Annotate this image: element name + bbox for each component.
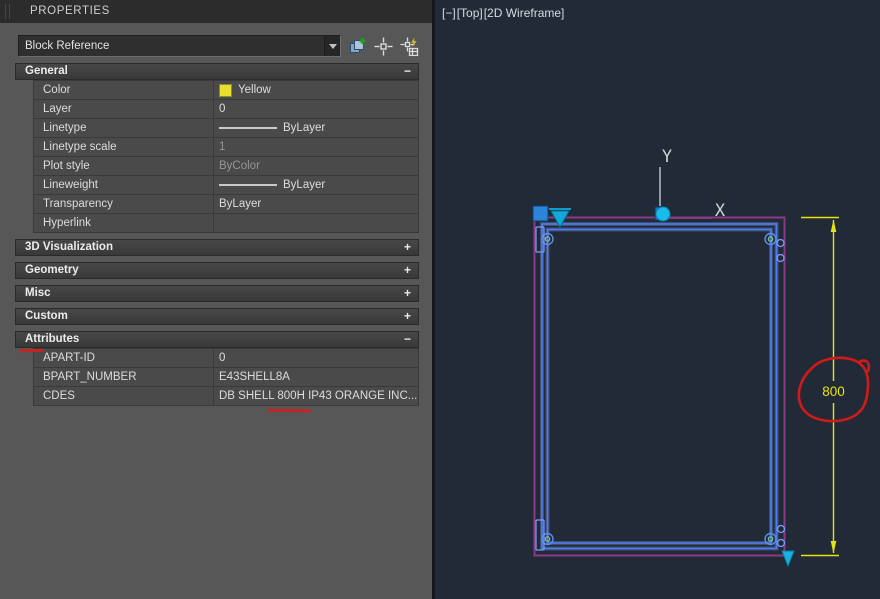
drawing-viewport[interactable]: [−] [Top] [2D Wireframe] Y X 800	[435, 0, 880, 599]
property-label: Plot style	[34, 157, 214, 175]
property-row-linetype-scale[interactable]: Linetype scale 1	[34, 138, 419, 157]
dimension-text[interactable]: 800	[822, 384, 845, 399]
attribute-value[interactable]: E43SHELL8A	[214, 368, 418, 386]
block-outer-outline[interactable]	[533, 216, 786, 557]
ucs-y-label: Y	[662, 147, 672, 167]
panel-toolbar	[348, 37, 419, 56]
property-label: Color	[34, 81, 214, 99]
section-label: 3D Visualization	[25, 241, 113, 253]
attribute-row-apart-id[interactable]: APART-ID 0	[34, 349, 419, 368]
viewport-controls: [−] [Top] [2D Wireframe]	[442, 6, 565, 20]
panel-titlebar[interactable]: PROPERTIES	[0, 0, 432, 23]
attribute-value[interactable]: DB SHELL 800H IP43 ORANGE INC...	[214, 387, 418, 405]
panel-gripper-icon[interactable]	[5, 4, 10, 19]
attribute-value[interactable]: 0	[214, 349, 418, 367]
object-type-value: Block Reference	[25, 40, 110, 52]
property-row-layer[interactable]: Layer 0	[34, 100, 419, 119]
property-value[interactable]: ByLayer	[214, 176, 418, 194]
transparency-value: ByLayer	[219, 198, 262, 210]
flip-arrow-grip-bottom[interactable]	[781, 550, 795, 568]
apart-id-value: 0	[219, 352, 226, 364]
properties-panel: PROPERTIES Block Reference General − Col…	[0, 0, 435, 599]
dropdown-arrow-icon[interactable]	[324, 36, 340, 56]
property-value[interactable]	[214, 214, 418, 232]
collapse-icon[interactable]: −	[404, 332, 411, 347]
section-label: Geometry	[25, 264, 79, 276]
autocad-window: PROPERTIES Block Reference General − Col…	[0, 0, 880, 599]
select-objects-icon[interactable]	[374, 37, 393, 56]
property-value[interactable]: Yellow	[214, 81, 418, 99]
section-label: Misc	[25, 287, 51, 299]
property-row-lineweight[interactable]: Lineweight ByLayer	[34, 176, 419, 195]
expand-icon[interactable]: +	[404, 240, 411, 255]
section-header-geometry[interactable]: Geometry +	[15, 262, 419, 279]
panel-title: PROPERTIES	[30, 5, 110, 17]
property-label: Hyperlink	[34, 214, 214, 232]
section-header-misc[interactable]: Misc +	[15, 285, 419, 302]
attribute-row-bpart-number[interactable]: BPART_NUMBER E43SHELL8A	[34, 368, 419, 387]
attribute-label: APART-ID	[34, 349, 214, 367]
lineweight-sample	[219, 184, 277, 186]
viewport-minimize-control[interactable]: [−]	[442, 6, 456, 20]
property-label: Transparency	[34, 195, 214, 213]
attribute-row-cdes[interactable]: CDES DB SHELL 800H IP43 ORANGE INC...	[34, 387, 419, 406]
property-value[interactable]: 1	[214, 138, 418, 156]
property-value[interactable]: ByLayer	[214, 195, 418, 213]
object-type-dropdown[interactable]: Block Reference	[18, 35, 341, 57]
property-label: Layer	[34, 100, 214, 118]
expand-icon[interactable]: +	[404, 309, 411, 324]
viewport-visual-style-control[interactable]: [2D Wireframe]	[484, 6, 565, 20]
property-value[interactable]: 0	[214, 100, 418, 118]
section-header-3d-visualization[interactable]: 3D Visualization +	[15, 239, 419, 256]
expand-icon[interactable]: +	[404, 263, 411, 278]
property-value[interactable]: ByColor	[214, 157, 418, 175]
property-row-color[interactable]: Color Yellow	[34, 81, 419, 100]
property-row-plot-style[interactable]: Plot style ByColor	[34, 157, 419, 176]
red-underline-annotation	[19, 348, 45, 353]
corner-grip-square[interactable]	[532, 205, 549, 222]
toggle-pickadd-icon[interactable]	[348, 37, 367, 56]
section-label: Attributes	[25, 333, 80, 345]
property-row-transparency[interactable]: Transparency ByLayer	[34, 195, 419, 214]
section-header-custom[interactable]: Custom +	[15, 308, 419, 325]
shell-walls-glow	[540, 222, 779, 551]
drawing-canvas[interactable]: Y X 800	[435, 0, 880, 599]
shell-walls[interactable]	[541, 223, 778, 550]
object-selector-row: Block Reference	[18, 34, 419, 58]
lineweight-value: ByLayer	[283, 179, 326, 191]
property-label: Linetype	[34, 119, 214, 137]
property-label: Linetype scale	[34, 138, 214, 156]
layer-value: 0	[219, 103, 226, 115]
section-label: General	[25, 65, 68, 77]
insertion-point-grip[interactable]	[654, 206, 671, 222]
linetype-sample	[219, 127, 277, 129]
attributes-table: APART-ID 0 BPART_NUMBER E43SHELL8A CDES …	[33, 348, 419, 406]
property-row-linetype[interactable]: Linetype ByLayer	[34, 119, 419, 138]
property-row-hyperlink[interactable]: Hyperlink	[34, 214, 419, 233]
expand-icon[interactable]: +	[404, 286, 411, 301]
section-label: Custom	[25, 310, 68, 322]
linetype-scale-value: 1	[219, 141, 226, 153]
plot-style-value: ByColor	[219, 160, 260, 172]
property-label: Lineweight	[34, 176, 214, 194]
viewport-view-control[interactable]: [Top]	[457, 6, 483, 20]
bpart-number-value: E43SHELL8A	[219, 371, 290, 383]
section-header-attributes[interactable]: Attributes −	[15, 331, 419, 348]
section-header-general[interactable]: General −	[15, 63, 419, 80]
collapse-icon[interactable]: −	[404, 64, 411, 79]
quick-select-icon[interactable]	[400, 37, 419, 56]
property-sections: General − Color Yellow Layer 0 Linetype	[0, 63, 432, 406]
linetype-value: ByLayer	[283, 122, 326, 134]
attribute-label: BPART_NUMBER	[34, 368, 214, 386]
corner-hole-icons[interactable]	[541, 232, 777, 546]
cdes-value: DB SHELL 800H IP43 ORANGE INC...	[219, 390, 418, 402]
attribute-label: CDES	[34, 387, 214, 405]
property-value[interactable]: ByLayer	[214, 119, 418, 137]
general-table: Color Yellow Layer 0 Linetype ByLayer Li…	[33, 80, 419, 233]
color-swatch	[219, 83, 232, 97]
color-value: Yellow	[238, 84, 271, 96]
red-underline-annotation	[266, 408, 312, 413]
